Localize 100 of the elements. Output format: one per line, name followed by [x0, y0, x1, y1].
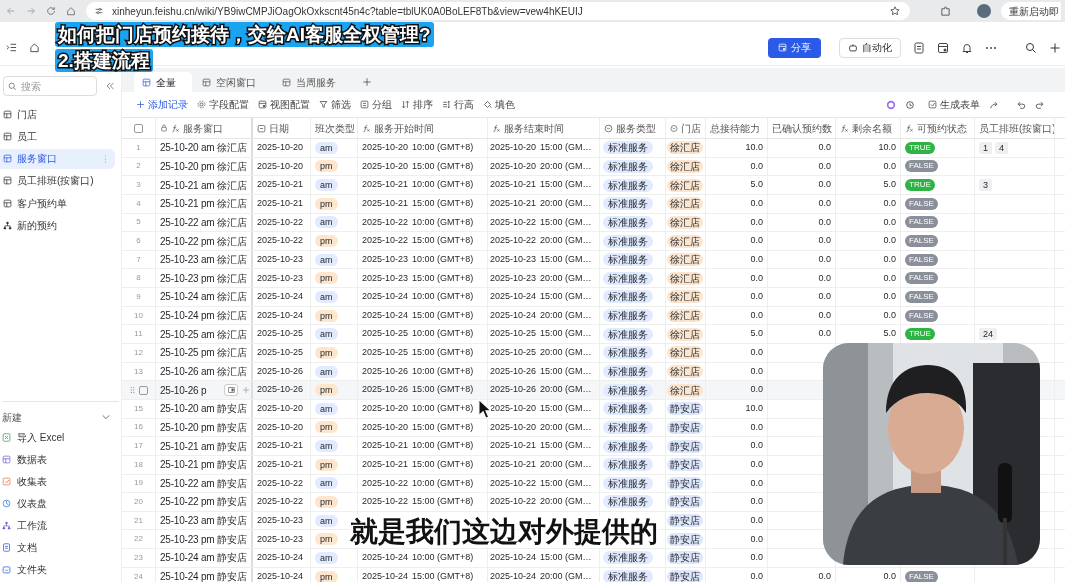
- table-cell-text: 2025-10-26: [362, 364, 409, 378]
- table-cell-text: 20:00 (GM…: [540, 197, 592, 210]
- create-item[interactable]: 导入 Excel: [2, 426, 119, 448]
- table-cell: 2025-10-25: [362, 346, 409, 360]
- service-tag: 标准服务: [603, 234, 653, 248]
- column-header[interactable]: 日期: [253, 118, 311, 138]
- table-cell-text: 25-10-24 am 徐汇店: [160, 290, 247, 305]
- row-checkbox[interactable]: [138, 385, 148, 395]
- toolbar-button[interactable]: 填色: [483, 97, 515, 112]
- home-icon[interactable]: [29, 42, 40, 53]
- table-cell: 15:00 (GMT+8): [412, 495, 474, 509]
- column-header[interactable]: 服务窗口: [156, 118, 253, 138]
- column-header[interactable]: 可预约状态: [901, 118, 975, 138]
- site-info-icon[interactable]: [94, 6, 104, 16]
- plus-icon[interactable]: [362, 77, 372, 87]
- column-header[interactable]: 剩余名额: [836, 118, 901, 138]
- drag-handle-icon[interactable]: [129, 386, 135, 395]
- create-item[interactable]: 工作流: [2, 514, 119, 536]
- select-all-checkbox[interactable]: [134, 123, 143, 133]
- star-icon[interactable]: [890, 6, 900, 16]
- table-cell-text: 0.0: [750, 271, 763, 285]
- store-tag: 徐汇店: [667, 383, 703, 397]
- view-tab[interactable]: 空闲窗口: [194, 72, 272, 92]
- share-button[interactable]: 分享: [768, 37, 821, 58]
- sidebar-item[interactable]: 员工: [0, 126, 115, 147]
- chevron-down-icon[interactable]: [101, 412, 111, 422]
- view-tab[interactable]: 当周服务: [274, 72, 352, 92]
- column-header[interactable]: 服务结束时间: [488, 118, 600, 138]
- home-icon[interactable]: [66, 6, 76, 16]
- store-tag: 静安店: [667, 458, 703, 472]
- create-item[interactable]: 收集表: [2, 470, 119, 492]
- expand-record-button[interactable]: [224, 384, 238, 397]
- column-header[interactable]: 班次类型: [311, 118, 358, 138]
- column-header[interactable]: 已确认预约数: [768, 118, 836, 138]
- search-field[interactable]: 搜索: [3, 76, 97, 96]
- sidebar-item[interactable]: 客户预约单: [0, 193, 115, 214]
- row-number: 20: [134, 496, 143, 508]
- generate-form-button[interactable]: 生成表单: [928, 97, 980, 112]
- toolbar-button[interactable]: 行高: [442, 97, 474, 112]
- toolbar-button[interactable]: 视图配置: [258, 97, 310, 112]
- toolbar-button[interactable]: 筛选: [319, 97, 351, 112]
- table-cell: 15:00 (GM…: [540, 141, 592, 155]
- address-bar[interactable]: xinheyun.feishu.cn/wiki/YB9iwCMPJiOagOkOxkscnt45n4c?table=tblUK0A0BoLEF8Tb&view=vew4hKEUIJ: [86, 2, 910, 20]
- ring-icon[interactable]: [886, 99, 896, 110]
- search-icon[interactable]: [1025, 41, 1037, 54]
- toolbar-button[interactable]: 排序: [401, 97, 433, 112]
- create-item[interactable]: 数据表: [2, 448, 119, 470]
- table-cell-text: 2025-10-20: [490, 159, 537, 173]
- sidebar-toggle-icon[interactable]: [6, 42, 17, 53]
- create-item[interactable]: 文件夹: [2, 558, 119, 580]
- status-badge: TRUE: [905, 141, 935, 154]
- table-cell: 2025-10-24: [490, 569, 537, 582]
- table-cell: 10:00 (GMT+8): [412, 178, 474, 192]
- table-cell: 20:00 (GM…: [540, 234, 592, 248]
- create-item[interactable]: 文档: [2, 536, 119, 558]
- shift-tag: pm: [315, 272, 338, 285]
- service-tag: 标准服务: [603, 290, 653, 304]
- undo-icon[interactable]: [1016, 99, 1026, 110]
- table-icon: [3, 109, 12, 119]
- store-tag: 静安店: [667, 476, 703, 490]
- table-cell-text: 2025-10-24: [257, 308, 304, 322]
- service-tag: 标准服务: [603, 402, 653, 416]
- view-tab[interactable]: 全量: [134, 72, 192, 92]
- add-record-button[interactable]: 添加记录: [136, 97, 188, 112]
- table-cell: 10:00 (GMT+8): [412, 439, 474, 453]
- service-tag: 标准服务: [603, 141, 653, 155]
- sidebar-item[interactable]: 员工排班(按窗口): [0, 170, 115, 191]
- profile-avatar[interactable]: [977, 4, 991, 18]
- plus-icon[interactable]: [1049, 41, 1061, 54]
- history-icon[interactable]: [905, 99, 915, 110]
- column-header[interactable]: 服务类型: [600, 118, 666, 138]
- sidebar-item[interactable]: 门店: [0, 104, 115, 124]
- bell-icon[interactable]: [961, 41, 973, 54]
- sidebar-item[interactable]: 新的预约: [0, 215, 115, 236]
- create-item[interactable]: 仪表盘: [2, 492, 119, 514]
- automation-button[interactable]: 自动化: [839, 37, 901, 58]
- column-header[interactable]: 门店: [666, 118, 706, 138]
- extension-icon[interactable]: [940, 5, 951, 17]
- table-cell: 2025-10-22: [257, 495, 304, 509]
- toolbar-button[interactable]: 字段配置: [197, 97, 249, 112]
- gear-icon: [197, 100, 206, 109]
- toolbar-button[interactable]: 分组: [360, 97, 392, 112]
- table-cell: 15:00 (GMT+8): [412, 234, 474, 248]
- redo-icon[interactable]: [1035, 99, 1045, 110]
- column-header[interactable]: 服务开始时间: [358, 118, 488, 138]
- table-cell-text: 25-10-26 am 徐汇店: [160, 365, 247, 379]
- collapse-icon[interactable]: [105, 81, 115, 91]
- sidebar-item[interactable]: 服务窗口: [0, 148, 115, 169]
- search-input[interactable]: 搜索: [21, 78, 91, 94]
- relaunch-button[interactable]: 重新启动即: [1001, 2, 1061, 20]
- column-header[interactable]: 总接待能力: [706, 118, 768, 138]
- table-cell: 2025-10-20: [257, 402, 304, 416]
- table-cell-text: 25-10-20 pm 静安店: [160, 420, 247, 435]
- table-cell-text: 0.0: [818, 252, 831, 266]
- store-tag: 静安店: [667, 402, 703, 416]
- shift-tag: am: [315, 328, 338, 341]
- row-number: 3: [136, 179, 141, 192]
- document-icon: [2, 542, 11, 552]
- shift-tag: am: [315, 216, 338, 229]
- reload-icon[interactable]: [46, 6, 56, 16]
